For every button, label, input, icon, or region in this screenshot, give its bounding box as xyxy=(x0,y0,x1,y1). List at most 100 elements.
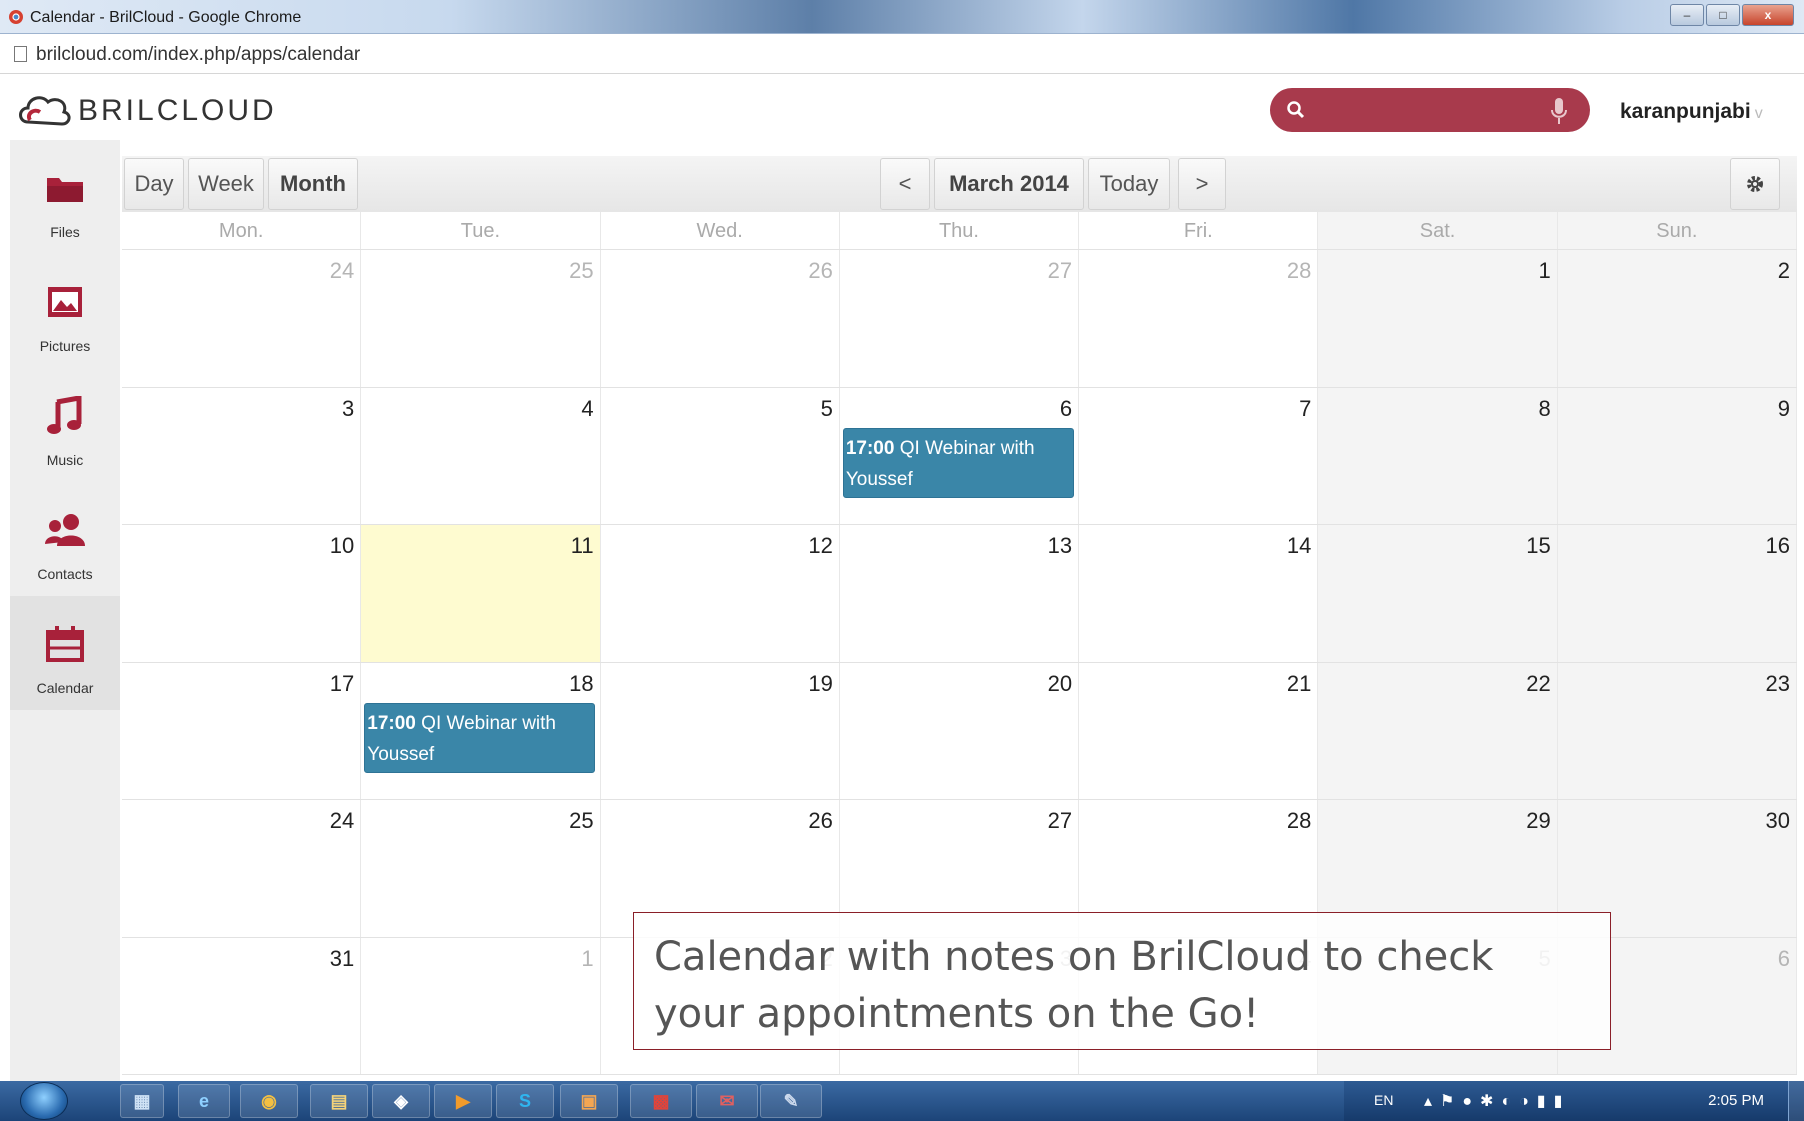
prev-month-button[interactable]: < xyxy=(880,158,930,210)
day-cell[interactable]: 3 xyxy=(122,387,362,524)
taskbar-folder-icon[interactable]: ▦ xyxy=(120,1084,164,1118)
day-number: 17 xyxy=(329,670,355,696)
chevron-down-icon: v xyxy=(1754,105,1763,122)
taskbar-maps-icon[interactable]: ◈ xyxy=(372,1084,430,1118)
day-number: 31 xyxy=(329,945,355,971)
day-cell[interactable]: 17 xyxy=(122,662,362,799)
day-cell[interactable]: 7 xyxy=(1079,387,1319,524)
day-number: 27 xyxy=(1047,258,1073,283)
day-cell[interactable]: 21 xyxy=(1079,662,1319,799)
day-number: 1 xyxy=(1538,258,1551,283)
view-day-button[interactable]: Day xyxy=(124,158,184,210)
day-number: 24 xyxy=(329,808,355,833)
nav-label: Music xyxy=(46,452,84,468)
taskbar-paint2-icon[interactable]: ✎ xyxy=(760,1084,822,1118)
username: karanpunjabi xyxy=(1620,100,1751,123)
event-time: 17:00 xyxy=(367,712,416,734)
nav-item-music[interactable]: Music xyxy=(10,368,120,482)
day-number: 20 xyxy=(1047,670,1073,696)
show-desktop-button[interactable] xyxy=(1788,1081,1804,1121)
calendar-icon xyxy=(46,626,84,662)
day-number: 30 xyxy=(1765,808,1790,833)
taskbar-chrome-icon[interactable]: ◉ xyxy=(240,1084,298,1118)
weekday-header: Mon. xyxy=(122,212,362,249)
day-cell[interactable]: 24 xyxy=(122,800,362,937)
taskbar-media-icon[interactable]: ▶ xyxy=(434,1084,492,1118)
tray-icons[interactable]: ▴⚑●✱◐◑▮▮ xyxy=(1424,1091,1570,1111)
day-cell[interactable]: 23 xyxy=(1557,662,1797,799)
day-number: 22 xyxy=(1526,670,1551,696)
day-cell[interactable]: 6 17:00 QI Webinar with Youssef xyxy=(840,387,1080,524)
day-cell[interactable]: 10 xyxy=(122,525,362,662)
day-cell[interactable]: 25 xyxy=(361,800,601,937)
nav-item-contacts[interactable]: Contacts xyxy=(10,482,120,596)
cloud-logo-icon xyxy=(19,96,71,126)
day-number: 3 xyxy=(342,395,355,421)
day-cell[interactable]: 28 xyxy=(1079,250,1319,387)
taskbar-skype-icon[interactable]: S xyxy=(496,1084,554,1118)
weekday-header: Wed. xyxy=(601,212,840,249)
start-button[interactable] xyxy=(20,1082,68,1120)
day-cell[interactable]: 18 17:00 QI Webinar with Youssef xyxy=(361,662,601,799)
day-number: 7 xyxy=(1299,395,1312,421)
day-cell[interactable]: 14 xyxy=(1079,525,1319,662)
search-icon[interactable] xyxy=(1286,100,1306,120)
folder-icon xyxy=(47,178,83,202)
day-cell[interactable]: 4 xyxy=(361,387,601,524)
user-menu[interactable]: karanpunjabi v xyxy=(1620,100,1763,124)
settings-button[interactable] xyxy=(1730,158,1780,210)
close-button[interactable]: x xyxy=(1742,4,1794,26)
day-cell[interactable]: 1 xyxy=(1318,250,1558,387)
nav-item-files[interactable]: Files xyxy=(10,140,120,254)
taskbar-paint-icon[interactable]: ▣ xyxy=(560,1084,618,1118)
clock[interactable]: 2:05 PM xyxy=(1708,1092,1764,1109)
day-cell[interactable]: 2 xyxy=(1557,250,1797,387)
nav-item-calendar[interactable]: Calendar xyxy=(10,596,120,710)
day-cell[interactable]: 25 xyxy=(361,250,601,387)
day-cell[interactable]: 5 xyxy=(601,387,840,524)
day-cell[interactable]: 27 xyxy=(840,250,1080,387)
next-month-button[interactable]: > xyxy=(1178,158,1226,210)
language-indicator[interactable]: EN xyxy=(1374,1092,1393,1108)
day-cell[interactable]: 26 xyxy=(601,250,840,387)
brilcloud-logo[interactable]: BRILCLOUD xyxy=(16,90,277,132)
day-cell[interactable]: 13 xyxy=(840,525,1080,662)
view-week-button[interactable]: Week xyxy=(188,158,264,210)
day-cell[interactable]: 8 xyxy=(1318,387,1558,524)
day-cell[interactable]: 15 xyxy=(1318,525,1558,662)
calendar-event[interactable]: 17:00 QI Webinar with Youssef xyxy=(842,427,1074,498)
page-icon xyxy=(14,46,27,62)
day-number: 5 xyxy=(820,395,833,421)
period-title[interactable]: March 2014 xyxy=(934,158,1084,210)
day-cell[interactable]: 12 xyxy=(601,525,840,662)
today-button[interactable]: Today xyxy=(1088,158,1170,210)
taskbar-mail-icon[interactable]: ✉ xyxy=(696,1084,758,1118)
microphone-icon[interactable] xyxy=(1550,97,1568,125)
maximize-button[interactable]: □ xyxy=(1706,4,1740,26)
view-month-button[interactable]: Month xyxy=(268,158,358,210)
day-cell[interactable]: 19 xyxy=(601,662,840,799)
address-bar[interactable]: brilcloud.com/index.php/apps/calendar xyxy=(0,34,1804,74)
url-text[interactable]: brilcloud.com/index.php/apps/calendar xyxy=(36,44,360,66)
day-cell[interactable]: 1 xyxy=(361,937,601,1074)
day-number: 15 xyxy=(1526,533,1551,558)
nav-item-pictures[interactable]: Pictures xyxy=(10,254,120,368)
search-bar[interactable] xyxy=(1270,88,1590,132)
weekday-header: Tue. xyxy=(361,212,601,249)
calendar-toolbar: Day Week Month < March 2014 Today > xyxy=(122,156,1797,212)
day-cell[interactable]: 16 xyxy=(1557,525,1797,662)
day-number: 26 xyxy=(808,808,833,833)
taskbar-acrobat-icon[interactable]: ▩ xyxy=(630,1084,692,1118)
calendar-event[interactable]: 17:00 QI Webinar with Youssef xyxy=(364,702,596,773)
day-cell[interactable]: 20 xyxy=(840,662,1080,799)
day-cell[interactable]: 31 xyxy=(122,937,362,1074)
day-cell[interactable]: 22 xyxy=(1318,662,1558,799)
day-cell[interactable]: 24 xyxy=(122,250,362,387)
search-input[interactable] xyxy=(1320,96,1520,124)
day-cell[interactable]: 9 xyxy=(1557,387,1797,524)
taskbar-ie-icon[interactable]: e xyxy=(178,1084,230,1118)
day-number: 6 xyxy=(1059,395,1073,421)
minimize-button[interactable]: – xyxy=(1670,4,1704,26)
taskbar-explorer-icon[interactable]: ▤ xyxy=(310,1084,368,1118)
day-cell-today[interactable]: 11 xyxy=(361,525,601,662)
